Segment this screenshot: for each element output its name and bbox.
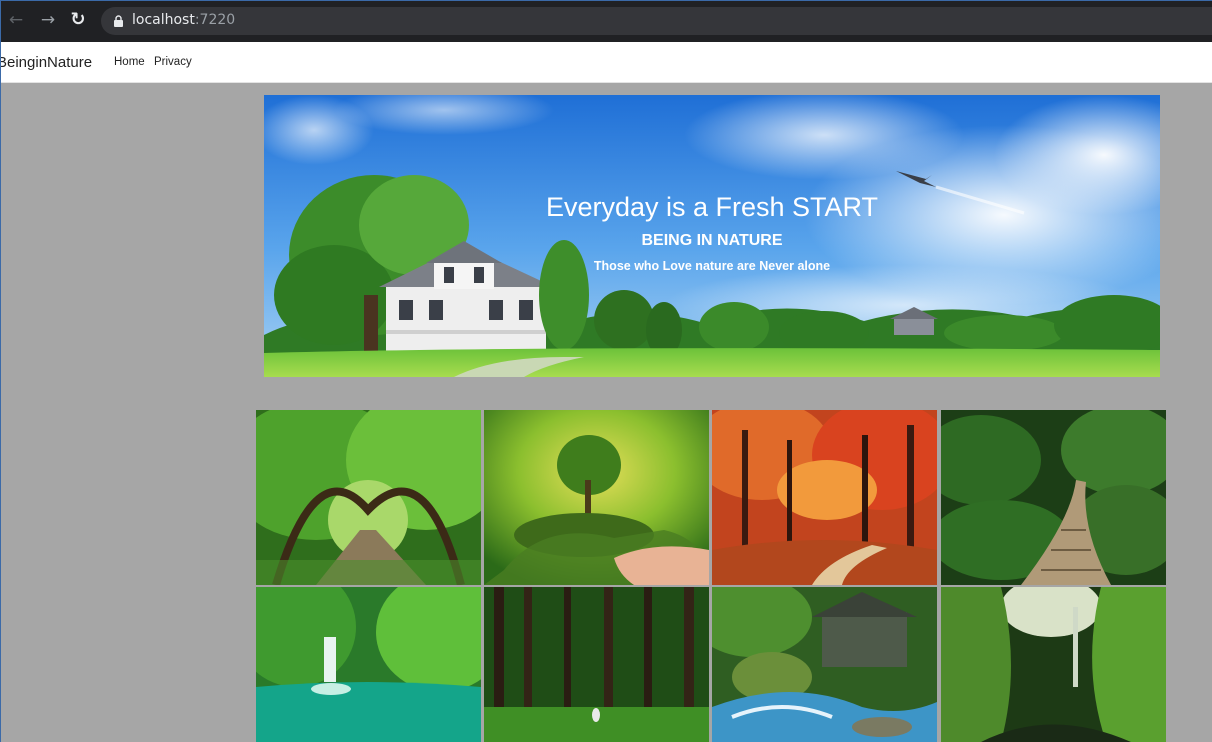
gallery-image-tropical-boardwalk[interactable] (941, 410, 1166, 585)
lock-icon (114, 15, 123, 27)
back-arrow-icon[interactable]: ← (5, 9, 27, 31)
browser-window: ← → ↻ localhost:7220 BeinginNature Home … (0, 0, 1212, 742)
url-port: :7220 (194, 12, 236, 28)
nav-link-home[interactable]: Home (114, 56, 145, 68)
gallery-image-green-waterfall[interactable] (256, 587, 481, 742)
gallery-image-autumn-forest[interactable] (712, 410, 937, 585)
url-text[interactable]: localhost:7220 (132, 12, 235, 28)
gallery-image-mossy-canyon[interactable] (941, 587, 1166, 742)
hero-tagline: Those who Love nature are Never alone (593, 259, 831, 273)
gallery-image-tree-on-hand[interactable] (484, 410, 709, 585)
gallery-image-pine-forest[interactable] (484, 587, 709, 742)
hero-subtitle: BEING IN NATURE (641, 232, 783, 249)
nav-link-privacy[interactable]: Privacy (154, 56, 192, 68)
hero-title: Everyday is a Fresh START (545, 192, 879, 222)
url-host: localhost (132, 12, 195, 28)
reload-icon[interactable]: ↻ (67, 9, 89, 31)
browser-toolbar: ← → ↻ localhost:7220 (1, 0, 1212, 42)
brand-link[interactable]: BeinginNature (1, 54, 92, 71)
site-navbar: BeinginNature Home Privacy (1, 42, 1212, 83)
image-gallery (256, 410, 1167, 742)
gallery-image-green-tunnel[interactable] (256, 410, 481, 585)
gallery-image-mill-stream[interactable] (712, 587, 937, 742)
forward-arrow-icon[interactable]: → (37, 9, 59, 31)
hero-banner: Everyday is a Fresh START BEING IN NATUR… (264, 95, 1160, 377)
address-bar[interactable]: localhost:7220 (101, 7, 1212, 35)
